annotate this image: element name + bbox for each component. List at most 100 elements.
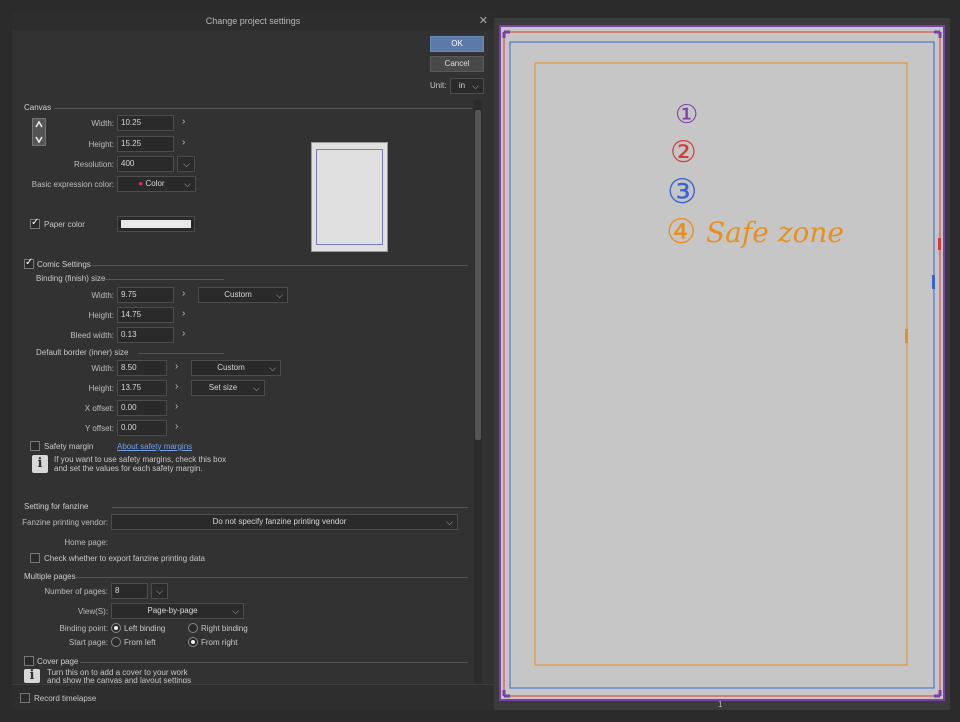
binding-height-input[interactable]: 14.75 bbox=[117, 307, 174, 323]
cancel-button[interactable]: Cancel bbox=[430, 56, 484, 72]
paper-color-fill bbox=[121, 220, 191, 228]
chevron-right-icon[interactable]: › bbox=[175, 401, 178, 412]
chevron-right-icon[interactable]: › bbox=[175, 381, 178, 392]
border-height-label: Height: bbox=[88, 384, 114, 393]
chevron-down-icon: ⌵ bbox=[276, 290, 283, 300]
canvas-height-input[interactable]: 15.25 bbox=[117, 136, 174, 152]
number-of-pages-label: Number of pages: bbox=[44, 587, 108, 596]
chevron-down-icon: ⌵ bbox=[472, 81, 479, 91]
border-height-preset-value: Set size bbox=[208, 383, 238, 392]
multiple-pages-title: Multiple pages bbox=[24, 572, 76, 581]
binding-width-preset-value: Custom bbox=[224, 290, 252, 299]
title-bar: Change project settings ✕ bbox=[12, 12, 494, 30]
chevron-right-icon[interactable]: › bbox=[182, 137, 185, 148]
safety-margin-checkbox[interactable] bbox=[30, 441, 40, 451]
x-offset-label: X offset: bbox=[84, 404, 114, 413]
scroll-thumb[interactable] bbox=[475, 110, 481, 440]
chevron-right-icon[interactable]: › bbox=[182, 308, 185, 319]
y-offset-label: Y offset: bbox=[84, 424, 114, 433]
expression-color-label: Basic expression color: bbox=[31, 180, 114, 189]
divider bbox=[100, 279, 224, 280]
fanzine-vendor-label: Fanzine printing vendor: bbox=[22, 518, 108, 527]
cover-page-title: Cover page bbox=[37, 657, 79, 666]
home-page-label: Home page: bbox=[64, 538, 108, 547]
chevron-right-icon[interactable]: › bbox=[175, 421, 178, 432]
chevron-down-icon: ⌵ bbox=[269, 363, 276, 373]
x-offset-input[interactable]: 0.00 bbox=[117, 400, 167, 416]
border-height-input[interactable]: 13.75 bbox=[117, 380, 167, 396]
comic-settings-checkbox[interactable] bbox=[24, 257, 34, 269]
resolution-input[interactable]: 400 bbox=[117, 156, 174, 172]
paper-color-swatch[interactable] bbox=[117, 216, 195, 232]
record-timelapse-label: Record timelapse bbox=[34, 694, 97, 703]
unit-value: in bbox=[458, 81, 466, 90]
info-icon: i bbox=[32, 455, 48, 473]
divider bbox=[76, 577, 468, 578]
border-width-preset-value: Custom bbox=[217, 363, 245, 372]
chevron-down-icon: ⌵ bbox=[253, 383, 260, 393]
from-left-label: From left bbox=[124, 638, 156, 647]
divider bbox=[112, 507, 468, 508]
chevron-down-icon: ⌵ bbox=[184, 179, 191, 189]
close-icon[interactable]: ✕ bbox=[479, 14, 488, 27]
unit-select[interactable]: in ⌵ bbox=[450, 78, 484, 94]
border-size-title: Default border (inner) size bbox=[36, 348, 129, 357]
safety-margin-link[interactable]: About safety margins bbox=[117, 442, 192, 451]
canvas-page-drawing bbox=[494, 18, 950, 710]
chevron-down-icon: ⌵ bbox=[183, 159, 190, 169]
chevron-right-icon[interactable]: › bbox=[175, 361, 178, 372]
record-timelapse-checkbox[interactable] bbox=[20, 693, 30, 703]
expression-color-select[interactable]: ● Color ⌵ bbox=[117, 176, 196, 192]
safe-zone-label: Safe zone bbox=[706, 216, 844, 249]
from-left-radio[interactable] bbox=[111, 637, 121, 647]
number-of-pages-input[interactable]: 8 bbox=[111, 583, 148, 599]
info-icon: i bbox=[24, 669, 40, 683]
export-fanzine-checkbox[interactable] bbox=[30, 553, 40, 563]
binding-point-label: Binding point: bbox=[59, 624, 108, 633]
binding-width-label: Width: bbox=[91, 291, 114, 300]
project-settings-dialog: Change project settings ✕ OK Cancel Unit… bbox=[12, 12, 494, 710]
dialog-title: Change project settings bbox=[205, 16, 301, 26]
cover-info-line-2: and show the canvas and layout settings bbox=[47, 676, 192, 683]
border-width-input[interactable]: 8.50 bbox=[117, 360, 167, 376]
ok-button[interactable]: OK bbox=[430, 36, 484, 52]
canvas-section-title: Canvas bbox=[24, 103, 52, 112]
page-number: 1 bbox=[718, 700, 723, 709]
divider bbox=[54, 108, 472, 109]
marker-1: ① bbox=[675, 100, 699, 130]
preview-border bbox=[316, 149, 383, 245]
paper-color-checkbox[interactable] bbox=[30, 217, 40, 229]
canvas-height-label: Height: bbox=[88, 140, 114, 149]
resolution-label: Resolution: bbox=[73, 160, 114, 169]
bleed-width-input[interactable]: 0.13 bbox=[117, 327, 174, 343]
y-offset-input[interactable]: 0.00 bbox=[117, 420, 167, 436]
safety-margin-label: Safety margin bbox=[44, 442, 94, 451]
pages-dropdown[interactable]: ⌵ bbox=[151, 583, 168, 599]
expression-color-value: Color bbox=[145, 179, 165, 188]
cover-page-checkbox[interactable] bbox=[24, 656, 34, 666]
canvas-preview-thumbnail bbox=[311, 142, 388, 252]
right-binding-radio[interactable] bbox=[188, 623, 198, 633]
view-value: Page-by-page bbox=[147, 606, 198, 615]
binding-size-title: Binding (finish) size bbox=[36, 274, 106, 283]
from-right-radio[interactable] bbox=[188, 637, 198, 647]
chevron-right-icon[interactable]: › bbox=[182, 328, 185, 339]
scrollbar[interactable] bbox=[474, 100, 482, 684]
view-select[interactable]: Page-by-page ⌵ bbox=[111, 603, 244, 619]
marker-4: ④ bbox=[666, 212, 697, 252]
border-height-preset[interactable]: Set size ⌵ bbox=[191, 380, 265, 396]
left-binding-radio[interactable] bbox=[111, 623, 121, 633]
dialog-footer: Record timelapse bbox=[12, 684, 494, 710]
binding-width-preset[interactable]: Custom ⌵ bbox=[198, 287, 288, 303]
chevron-right-icon[interactable]: › bbox=[182, 116, 185, 127]
safety-info-line-1: If you want to use safety margins, check… bbox=[54, 455, 227, 464]
fanzine-vendor-select[interactable]: Do not specify fanzine printing vendor ⌵ bbox=[111, 514, 458, 530]
swap-orientation-icon[interactable] bbox=[32, 118, 46, 146]
left-binding-label: Left binding bbox=[124, 624, 166, 633]
binding-width-input[interactable]: 9.75 bbox=[117, 287, 174, 303]
border-width-preset[interactable]: Custom ⌵ bbox=[191, 360, 281, 376]
canvas-width-input[interactable]: 10.25 bbox=[117, 115, 174, 131]
chevron-right-icon[interactable]: › bbox=[182, 288, 185, 299]
resolution-dropdown[interactable]: ⌵ bbox=[177, 156, 195, 172]
paper-color-label: Paper color bbox=[44, 220, 85, 229]
